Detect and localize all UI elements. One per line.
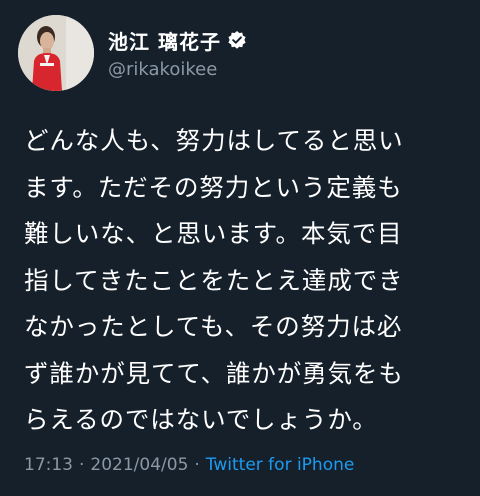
tweet-source-link[interactable]: Twitter for iPhone <box>206 455 355 475</box>
tweet-meta: 17:13 · 2021/04/05 · Twitter for iPhone <box>24 455 354 475</box>
meta-separator: · <box>79 455 85 475</box>
meta-separator: · <box>194 455 200 475</box>
name-row: 池江 璃花子 <box>108 26 247 55</box>
tweet-card: 池江 璃花子 @rikakoikee どんな人も、努力はしてると思い ます。ただ… <box>0 0 480 496</box>
tweet-date[interactable]: 2021/04/05 <box>90 455 188 475</box>
author-block: 池江 璃花子 @rikakoikee <box>108 27 247 80</box>
tweet-time[interactable]: 17:13 <box>24 455 73 475</box>
display-name[interactable]: 池江 璃花子 <box>108 26 221 55</box>
verified-badge-icon <box>227 30 247 50</box>
tweet-text: どんな人も、努力はしてると思い ます。ただその努力という定義も 難しいな、と思い… <box>24 126 404 434</box>
avatar-image <box>18 15 94 91</box>
avatar[interactable] <box>18 15 94 91</box>
handle[interactable]: @rikakoikee <box>108 59 247 80</box>
